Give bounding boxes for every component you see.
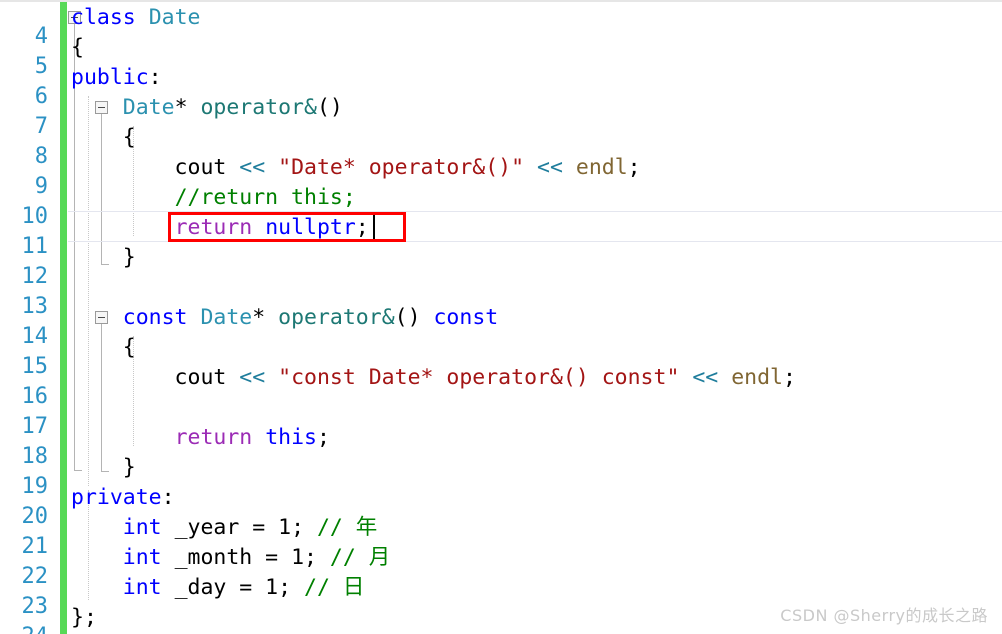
code-line: 7 Date* operator&() [0, 93, 1002, 139]
line-number: 24 [0, 622, 49, 634]
code-line: 23 int _day = 1; // 日 [0, 573, 1002, 619]
code-text[interactable]: } [71, 453, 136, 483]
code-text[interactable]: const Date* operator&() const [71, 303, 498, 333]
code-text[interactable]: int _day = 1; // 日 [71, 573, 365, 603]
code-line: 22 int _month = 1; // 月 [0, 543, 1002, 589]
code-line: 4 class Date [0, 3, 1002, 49]
code-line: 18 return this; [0, 423, 1002, 469]
code-line: 14 const Date* operator&() const [0, 303, 1002, 349]
code-line: 6 public: [0, 63, 1002, 109]
code-line: 8 { [0, 123, 1002, 169]
code-text[interactable]: int _month = 1; // 月 [71, 543, 390, 573]
code-text[interactable]: }; [71, 603, 97, 633]
code-line: 19 } [0, 453, 1002, 499]
code-text[interactable]: int _year = 1; // 年 [71, 513, 378, 543]
code-text[interactable]: //return this; [71, 183, 356, 213]
code-line: 13 [0, 273, 1002, 319]
code-text[interactable]: public: [71, 63, 162, 93]
code-line: 9 cout << "Date* operator&()" << endl; [0, 153, 1002, 199]
code-line: 21 int _year = 1; // 年 [0, 513, 1002, 559]
code-line: 16 cout << "const Date* operator&() cons… [0, 363, 1002, 409]
code-text[interactable]: cout << "const Date* operator&() const" … [71, 363, 796, 393]
code-text[interactable]: { [71, 33, 84, 63]
code-line: 17 [0, 393, 1002, 439]
code-text[interactable]: { [71, 333, 136, 363]
code-line: 20 private: [0, 483, 1002, 529]
annotation-rectangle [168, 212, 406, 242]
code-editor-screenshot: 4 class Date 5 { 6 public: 7 Date* opera… [0, 0, 1002, 634]
code-line: 12 } [0, 243, 1002, 289]
code-line: 5 { [0, 33, 1002, 79]
code-line: 15 { [0, 333, 1002, 379]
code-text[interactable]: } [71, 243, 136, 273]
code-text[interactable]: return this; [71, 423, 330, 453]
code-content[interactable]: 4 class Date 5 { 6 public: 7 Date* opera… [0, 0, 1002, 634]
code-text[interactable]: private: [71, 483, 175, 513]
watermark-text: CSDN @Sherry的成长之路 [780, 606, 988, 625]
code-text[interactable]: cout << "Date* operator&()" << endl; [71, 153, 641, 183]
code-line-cursor: 11 return nullptr; [0, 213, 1002, 259]
code-text[interactable]: Date* operator&() [71, 93, 343, 123]
code-text[interactable]: class Date [71, 3, 200, 33]
code-line: 10 //return this; [0, 183, 1002, 229]
code-text[interactable]: { [71, 123, 136, 153]
